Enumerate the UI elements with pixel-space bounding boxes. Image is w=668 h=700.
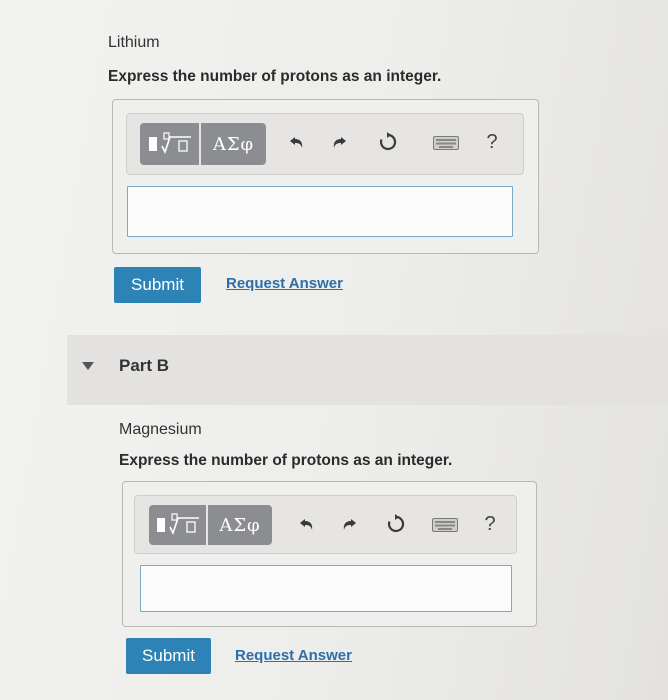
collapse-caret-icon[interactable] (82, 362, 94, 370)
reset-icon[interactable] (385, 513, 407, 535)
prompt-text-b: Express the number of protons as an inte… (119, 452, 453, 469)
request-answer-link-b[interactable]: Request Answer (235, 647, 352, 664)
answer-box-b: ΑΣφ ? (122, 481, 537, 627)
element-label-a: Lithium (108, 34, 160, 51)
templates-button-a[interactable] (140, 123, 199, 165)
element-label-b: Magnesium (119, 421, 202, 438)
undo-icon[interactable] (285, 132, 307, 154)
undo-icon[interactable] (295, 514, 317, 536)
submit-button-b[interactable]: Submit (126, 638, 211, 674)
submit-button-a[interactable]: Submit (114, 267, 201, 303)
math-toolbar-b: ΑΣφ ? (134, 495, 517, 554)
answer-input-b[interactable] (140, 565, 512, 612)
request-answer-link-a[interactable]: Request Answer (226, 275, 343, 292)
keyboard-icon[interactable] (431, 514, 459, 536)
redo-icon[interactable] (329, 132, 351, 154)
greek-symbols-button-a[interactable]: ΑΣφ (201, 123, 266, 165)
answer-input-a[interactable] (127, 186, 513, 237)
part-b-heading[interactable]: Part B (119, 356, 169, 376)
prompt-text-a: Express the number of protons as an inte… (108, 68, 442, 85)
fraction-sqrt-template-icon (156, 513, 199, 536)
help-button-a[interactable]: ? (481, 131, 503, 153)
fraction-sqrt-template-icon (148, 132, 191, 155)
redo-icon[interactable] (339, 514, 361, 536)
help-button-b[interactable]: ? (479, 513, 501, 535)
keyboard-icon[interactable] (432, 132, 460, 154)
answer-box-a: ΑΣφ ? (112, 99, 539, 254)
greek-symbols-button-b[interactable]: ΑΣφ (208, 505, 272, 545)
math-toolbar-a: ΑΣφ ? (126, 113, 524, 175)
reset-icon[interactable] (377, 131, 399, 153)
templates-button-b[interactable] (149, 505, 206, 545)
